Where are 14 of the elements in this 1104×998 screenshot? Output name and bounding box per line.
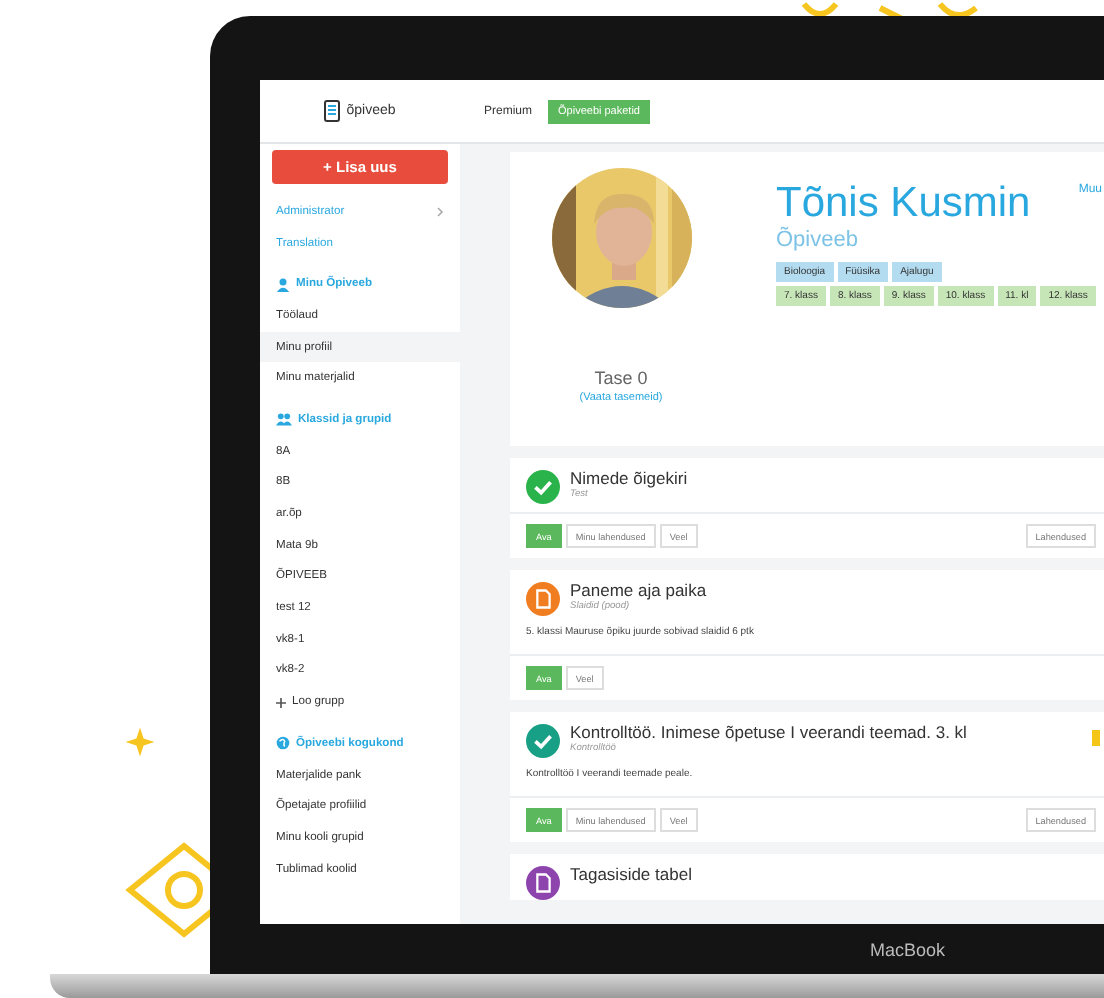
sparkle-drawing [122, 724, 158, 760]
material-title[interactable]: Nimede õigekiri [570, 468, 688, 488]
material-title[interactable]: Tagasiside tabel [570, 864, 692, 884]
globe-icon [276, 736, 290, 751]
user-icon [276, 277, 290, 292]
organization-label: Õpiveeb [776, 228, 860, 253]
material-title[interactable]: Paneme aja paika [570, 580, 707, 600]
plus-icon [276, 697, 286, 708]
profile-name: Tõnis Kusmin [776, 180, 1031, 226]
group-icon [276, 412, 292, 427]
level-label: Tase 0 [594, 368, 648, 388]
material-title[interactable]: Kontrolltöö. Inimese õpetuse I veerandi teemad. 3. kl [570, 722, 967, 742]
phone-icon [324, 100, 341, 122]
brand-label: MacBook [870, 939, 946, 959]
